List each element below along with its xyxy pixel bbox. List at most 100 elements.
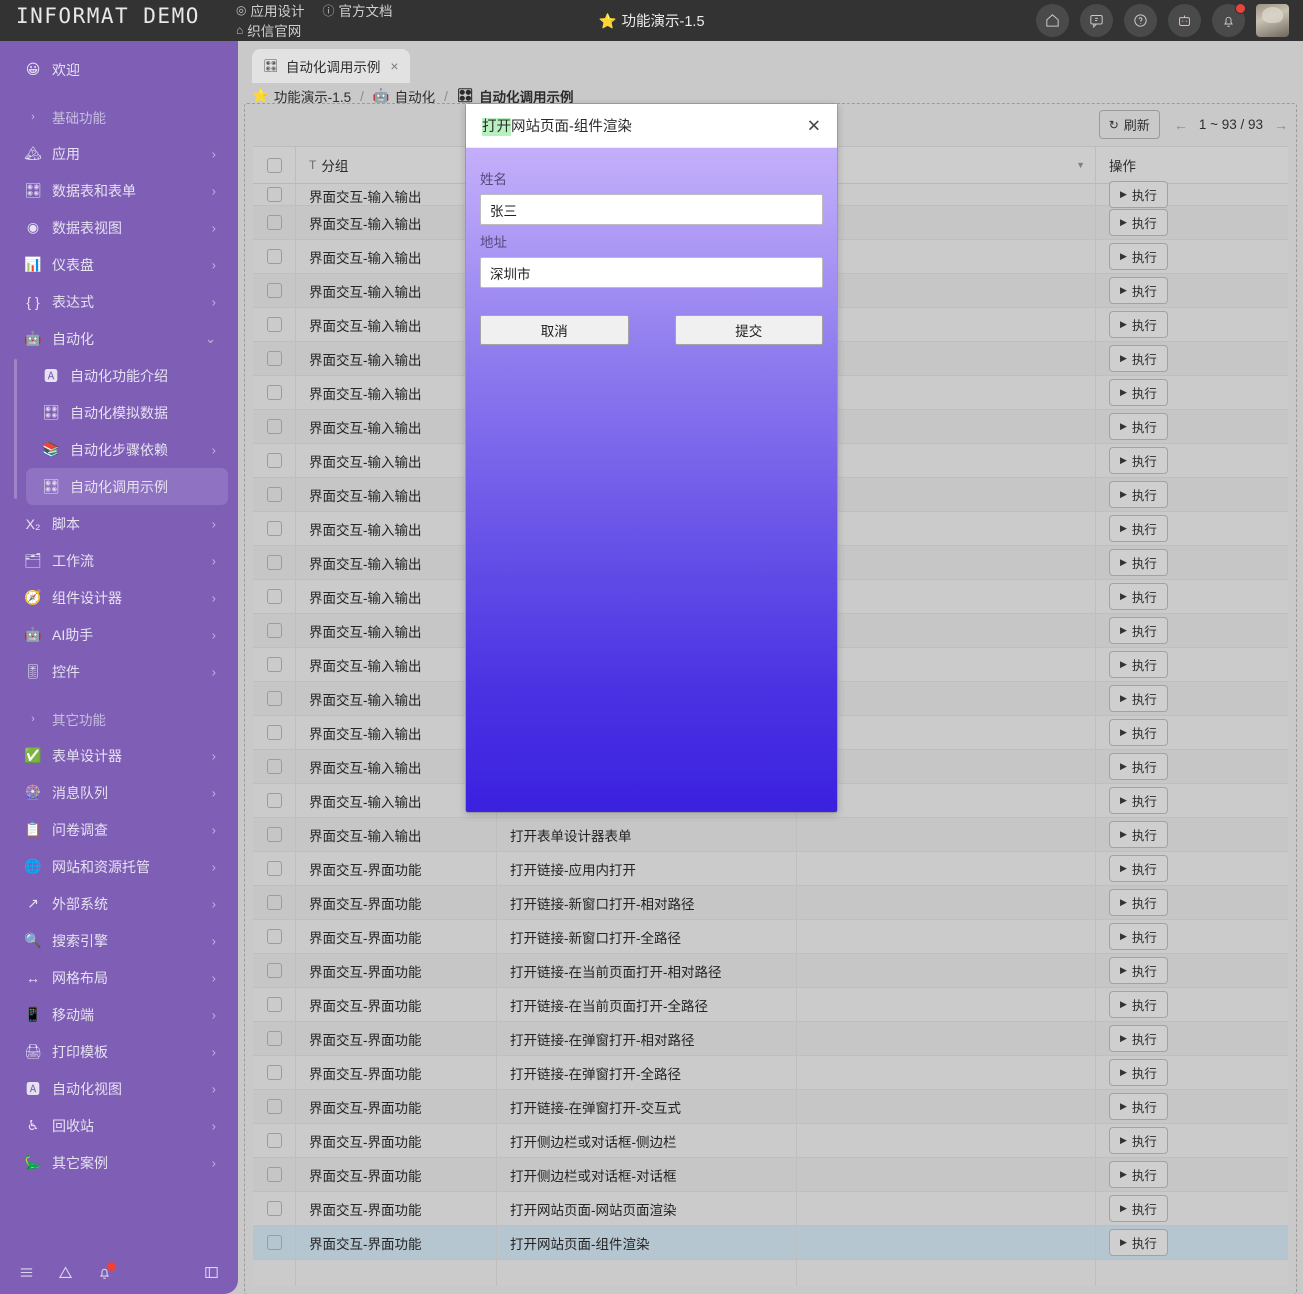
table-row[interactable]: 界面交互-界面功能打开网站页面-网站页面渲染▶执行: [253, 1192, 1288, 1226]
row-select-cell[interactable]: [253, 546, 295, 579]
row-select-cell[interactable]: [253, 308, 295, 341]
row-checkbox[interactable]: [267, 725, 282, 740]
address-field[interactable]: [480, 257, 823, 288]
execute-button[interactable]: ▶执行: [1109, 685, 1168, 712]
sidebar-item-mobile[interactable]: 📱 移动端 ›: [10, 996, 228, 1033]
row-select-cell[interactable]: [253, 1022, 295, 1055]
robot-icon[interactable]: [1168, 4, 1201, 37]
row-checkbox[interactable]: [267, 691, 282, 706]
row-select-cell[interactable]: [253, 1124, 295, 1157]
table-row[interactable]: 界面交互-界面功能打开链接-新窗口打开-全路径▶执行: [253, 920, 1288, 954]
sidebar-item-welcome[interactable]: 😀 欢迎: [10, 51, 228, 88]
row-select-cell[interactable]: [253, 512, 295, 545]
row-select-cell[interactable]: [253, 682, 295, 715]
execute-button[interactable]: ▶执行: [1109, 481, 1168, 508]
row-select-cell[interactable]: [253, 784, 295, 817]
row-select-cell[interactable]: [253, 1192, 295, 1225]
row-checkbox[interactable]: [267, 759, 282, 774]
row-checkbox[interactable]: [267, 1201, 282, 1216]
row-select-cell[interactable]: [253, 376, 295, 409]
execute-button[interactable]: ▶执行: [1109, 923, 1168, 950]
sidebar-item-script[interactable]: X₂ 脚本 ›: [10, 505, 228, 542]
sidebar-item-workflow[interactable]: 🗂 工作流 ›: [10, 542, 228, 579]
row-checkbox[interactable]: [267, 555, 282, 570]
row-select-cell[interactable]: [253, 1090, 295, 1123]
table-row[interactable]: 界面交互-界面功能打开链接-在当前页面打开-全路径▶执行: [253, 988, 1288, 1022]
execute-button[interactable]: ▶执行: [1109, 1195, 1168, 1222]
sidebar-item-message-queue[interactable]: 🎡 消息队列 ›: [10, 774, 228, 811]
row-select-cell[interactable]: [253, 818, 295, 851]
execute-button[interactable]: ▶执行: [1109, 413, 1168, 440]
home-icon[interactable]: [1036, 4, 1069, 37]
sidebar-item-website-hosting[interactable]: 🌐 网站和资源托管 ›: [10, 848, 228, 885]
execute-button[interactable]: ▶执行: [1109, 1059, 1168, 1086]
row-select-cell[interactable]: [253, 274, 295, 307]
row-checkbox[interactable]: [267, 589, 282, 604]
row-checkbox[interactable]: [267, 317, 282, 332]
sidebar-item-component-designer[interactable]: 🧭 组件设计器 ›: [10, 579, 228, 616]
table-row[interactable]: 界面交互-界面功能打开链接-在弹窗打开-相对路径▶执行: [253, 1022, 1288, 1056]
refresh-button[interactable]: ↻ 刷新: [1099, 110, 1160, 139]
sidebar-item-automation-view[interactable]: 🅰 自动化视图 ›: [10, 1070, 228, 1107]
row-checkbox[interactable]: [267, 283, 282, 298]
cancel-button[interactable]: 取消: [480, 315, 629, 345]
execute-button[interactable]: ▶执行: [1109, 889, 1168, 916]
row-checkbox[interactable]: [267, 521, 282, 536]
sidebar-item-app[interactable]: 🏔 应用 ›: [10, 135, 228, 172]
table-row[interactable]: 界面交互-界面功能打开网站页面-组件渲染▶执行: [253, 1226, 1288, 1260]
row-select-cell[interactable]: [253, 410, 295, 443]
row-select-cell[interactable]: [253, 184, 295, 205]
row-checkbox[interactable]: [267, 793, 282, 808]
prev-page-icon[interactable]: ←: [1174, 117, 1188, 133]
row-checkbox[interactable]: [267, 1133, 282, 1148]
table-row[interactable]: 界面交互-界面功能打开链接-在弹窗打开-全路径▶执行: [253, 1056, 1288, 1090]
avatar[interactable]: [1256, 4, 1289, 37]
menu-icon[interactable]: [18, 1264, 35, 1281]
row-select-cell[interactable]: [253, 580, 295, 613]
row-checkbox[interactable]: [267, 963, 282, 978]
row-checkbox[interactable]: [267, 187, 282, 202]
row-checkbox[interactable]: [267, 623, 282, 638]
row-select-cell[interactable]: [253, 954, 295, 987]
sidebar-item-datatable-view[interactable]: ◉ 数据表视图 ›: [10, 209, 228, 246]
row-select-cell[interactable]: [253, 1226, 295, 1259]
execute-button[interactable]: ▶执行: [1109, 651, 1168, 678]
select-all-checkbox[interactable]: [267, 158, 282, 173]
sidebar-item-dashboard[interactable]: 📊 仪表盘 ›: [10, 246, 228, 283]
row-checkbox[interactable]: [267, 215, 282, 230]
execute-button[interactable]: ▶执行: [1109, 957, 1168, 984]
alert-triangle-icon[interactable]: [57, 1264, 74, 1281]
execute-button[interactable]: ▶执行: [1109, 345, 1168, 372]
sidebar-item-controls[interactable]: 🎚 控件 ›: [10, 653, 228, 690]
row-checkbox[interactable]: [267, 929, 282, 944]
row-checkbox[interactable]: [267, 487, 282, 502]
select-all-header[interactable]: [253, 147, 295, 183]
column-header-extra[interactable]: ▼: [796, 147, 1095, 183]
sidebar-item-expression[interactable]: { } 表达式 ›: [10, 283, 228, 320]
row-select-cell[interactable]: [253, 1158, 295, 1191]
table-row[interactable]: 界面交互-界面功能打开链接-在当前页面打开-相对路径▶执行: [253, 954, 1288, 988]
sidebar-item-datatable-form[interactable]: 🎛 数据表和表单 ›: [10, 172, 228, 209]
sidebar-group-basic[interactable]: › 基础功能: [10, 98, 228, 135]
row-checkbox[interactable]: [267, 1099, 282, 1114]
sidebar-item-ai-assistant[interactable]: 🤖 AI助手 ›: [10, 616, 228, 653]
row-select-cell[interactable]: [253, 444, 295, 477]
sidebar-item-automation[interactable]: 🤖 自动化 ⌄: [10, 320, 228, 357]
row-select-cell[interactable]: [253, 614, 295, 647]
table-row[interactable]: 界面交互-界面功能打开链接-在弹窗打开-交互式▶执行: [253, 1090, 1288, 1124]
filter-caret-icon[interactable]: ▼: [1076, 160, 1085, 170]
sidebar-item-automation-mockdata[interactable]: 🎛 自动化模拟数据: [26, 394, 228, 431]
sidebar-item-automation-intro[interactable]: 🅰 自动化功能介绍: [26, 357, 228, 394]
next-page-icon[interactable]: →: [1274, 117, 1288, 133]
sidebar-group-other[interactable]: › 其它功能: [10, 700, 228, 737]
row-checkbox[interactable]: [267, 385, 282, 400]
row-checkbox[interactable]: [267, 657, 282, 672]
row-checkbox[interactable]: [267, 1167, 282, 1182]
table-row[interactable]: 界面交互-界面功能打开链接-新窗口打开-相对路径▶执行: [253, 886, 1288, 920]
row-checkbox[interactable]: [267, 1065, 282, 1080]
notification-bell-icon[interactable]: [1212, 4, 1245, 37]
execute-button[interactable]: ▶执行: [1109, 209, 1168, 236]
execute-button[interactable]: ▶执行: [1109, 583, 1168, 610]
execute-button[interactable]: ▶执行: [1109, 855, 1168, 882]
execute-button[interactable]: ▶执行: [1109, 379, 1168, 406]
